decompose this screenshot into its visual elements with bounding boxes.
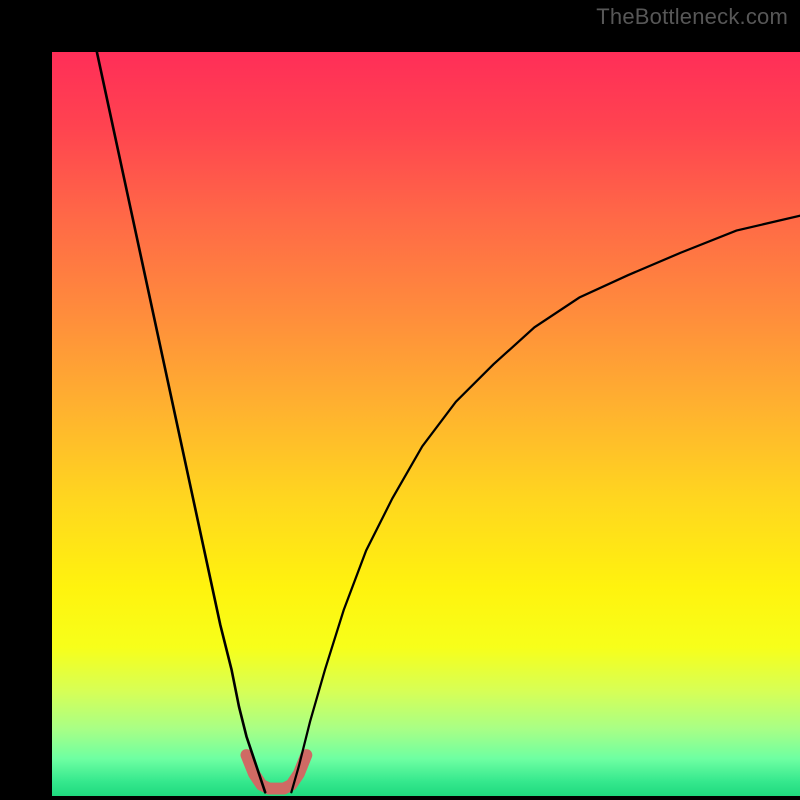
plot-area bbox=[52, 52, 800, 796]
watermark: TheBottleneck.com bbox=[596, 4, 788, 30]
curve-layer bbox=[52, 52, 800, 796]
chart-frame bbox=[0, 0, 800, 800]
curve-right-path bbox=[291, 216, 800, 793]
curve-left-path bbox=[97, 52, 265, 792]
